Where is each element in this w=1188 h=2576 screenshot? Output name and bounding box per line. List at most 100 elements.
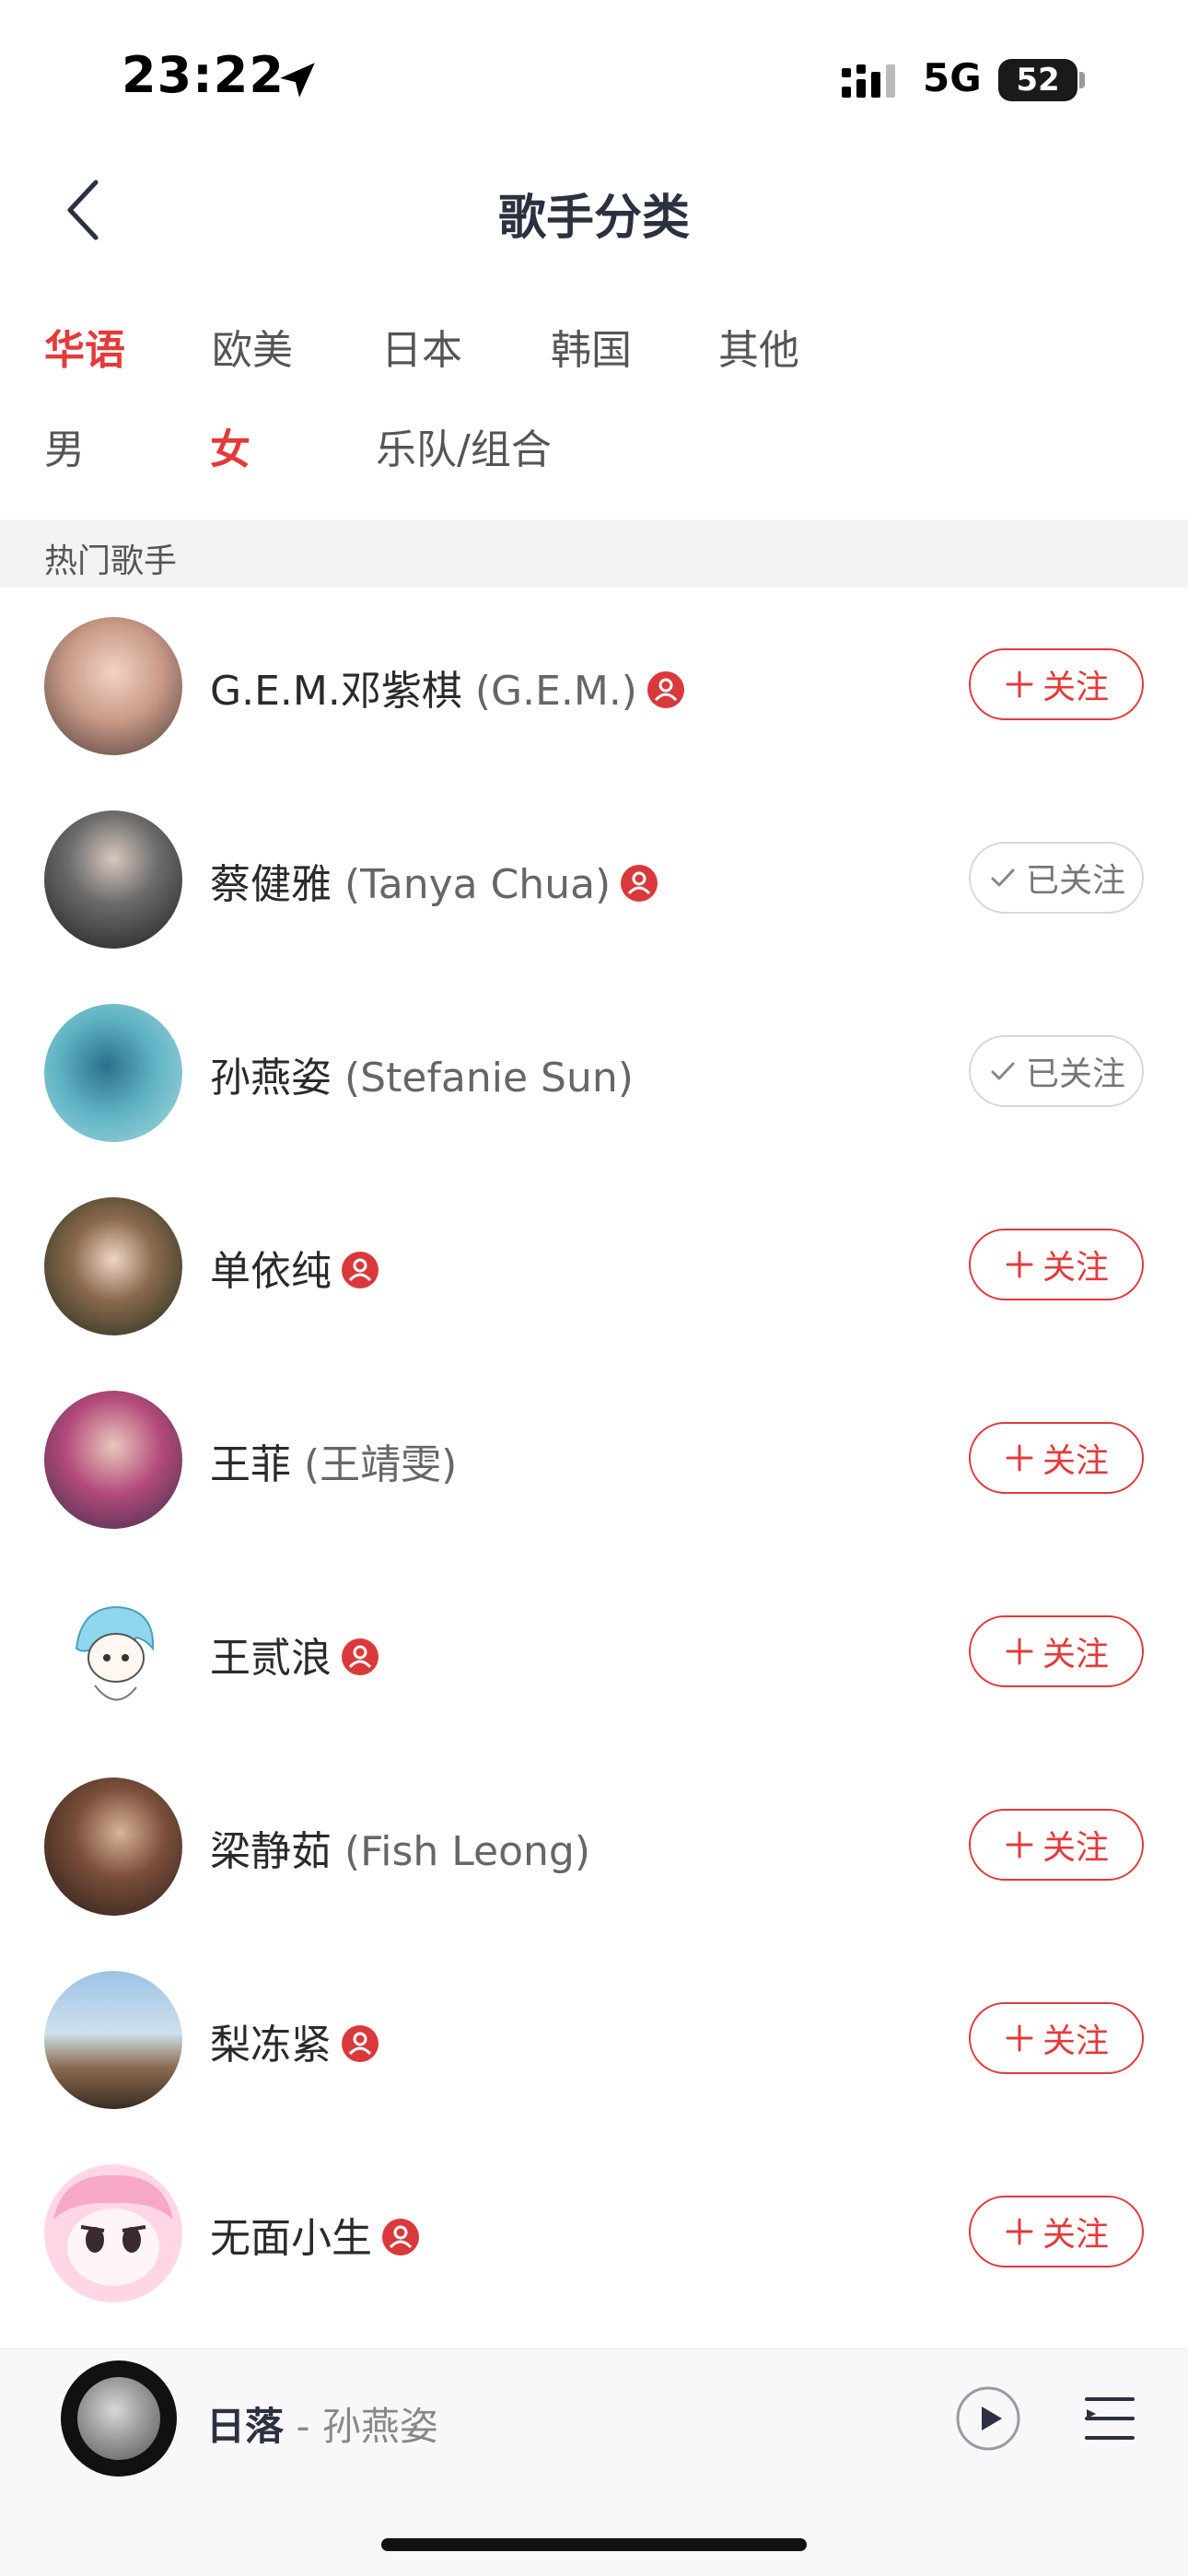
artist-row[interactable]: 单依纯 关注 (0, 1168, 1188, 1361)
filter-region-qita[interactable]: 其他 (718, 317, 799, 376)
filter-gender-band[interactable]: 乐队/组合 (376, 416, 552, 475)
plus-icon (1006, 1831, 1033, 1859)
artist-name-text: 梁静茹 (210, 1828, 332, 1875)
avatar[interactable] (44, 617, 182, 755)
artist-row[interactable]: 孙燕姿 (Stefanie Sun) 已关注 (0, 974, 1188, 1168)
plus-icon (1006, 670, 1033, 698)
page-title: 歌手分类 (497, 191, 690, 246)
album-cover (77, 2377, 160, 2460)
cartoon-avatar-illustration (53, 2174, 173, 2286)
now-playing-text[interactable]: 日落 - 孙燕姿 (206, 2395, 438, 2452)
verified-artist-icon (621, 865, 658, 902)
artist-name: 梨冻紧 (210, 2011, 379, 2070)
filter-region-riben[interactable]: 日本 (381, 317, 462, 376)
cartoon-avatar-illustration (75, 1605, 155, 1701)
artist-name-text: 无面小生 (210, 2215, 372, 2262)
section-header: 热门歌手 (0, 519, 1188, 588)
artist-row[interactable]: 梁静茹 (Fish Leong) 关注 (0, 1748, 1188, 1941)
filter-region-oumei[interactable]: 欧美 (212, 317, 293, 376)
avatar[interactable] (44, 1004, 182, 1142)
artist-name: 孙燕姿 (Stefanie Sun) (210, 1044, 634, 1103)
filter-region-hanguo[interactable]: 韩国 (551, 317, 632, 376)
status-time: 23:22 (122, 46, 285, 104)
follow-button[interactable]: 关注 (969, 1615, 1144, 1687)
followed-button[interactable]: 已关注 (969, 842, 1144, 914)
followed-button[interactable]: 已关注 (969, 1035, 1144, 1107)
location-arrow-icon (280, 63, 315, 98)
artist-alias: (Stefanie Sun) (332, 1055, 634, 1102)
artist-name: 王贰浪 (210, 1625, 379, 1684)
plus-icon (1006, 2218, 1033, 2245)
checkmark-icon (991, 1062, 1015, 1080)
follow-label: 关注 (1042, 2216, 1109, 2254)
artist-name-text: 蔡健雅 (210, 861, 332, 908)
album-disc[interactable] (61, 2360, 177, 2477)
checkmark-icon (991, 868, 1015, 887)
follow-button[interactable]: 关注 (969, 1229, 1144, 1300)
now-playing-separator: - (284, 2404, 322, 2449)
now-playing-song: 日落 (206, 2404, 285, 2449)
verified-artist-icon (342, 1638, 379, 1675)
follow-label: 关注 (1042, 1829, 1109, 1867)
battery-icon: 52 (998, 59, 1077, 101)
artist-row[interactable]: 无面小生 关注 (0, 2135, 1188, 2328)
artist-name-text: 王贰浪 (210, 1635, 332, 1682)
artist-name: 单依纯 (210, 1238, 379, 1297)
network-type: 5G (923, 55, 982, 100)
artist-name: 蔡健雅 (Tanya Chua) (210, 851, 658, 910)
filter-gender-female[interactable]: 女 (210, 416, 250, 475)
avatar[interactable] (44, 2164, 182, 2302)
battery-tip (1079, 72, 1085, 88)
avatar[interactable] (44, 1971, 182, 2109)
artist-row[interactable]: 梨冻紧 关注 (0, 1941, 1188, 2135)
verified-artist-icon (382, 2219, 419, 2255)
artist-name: G.E.M.邓紫棋 (G.E.M.) (210, 658, 685, 717)
section-title: 热门歌手 (44, 542, 178, 580)
plus-icon (1006, 2024, 1033, 2052)
verified-artist-icon (342, 2025, 379, 2062)
verified-artist-icon (646, 671, 684, 708)
avatar[interactable] (44, 1197, 182, 1335)
artist-row[interactable]: G.E.M.邓紫棋 (G.E.M.) 关注 (0, 588, 1188, 781)
artist-alias: (Fish Leong) (332, 1828, 590, 1875)
follow-button[interactable]: 关注 (969, 648, 1144, 720)
home-indicator[interactable] (381, 2538, 807, 2551)
plus-icon (1006, 1251, 1033, 1278)
artist-alias: (Tanya Chua) (332, 861, 611, 908)
artist-name-text: 梨冻紧 (210, 2022, 332, 2069)
artist-row[interactable]: 王菲 (王靖雯) 关注 (0, 1361, 1188, 1555)
followed-label: 已关注 (1025, 1055, 1125, 1093)
avatar[interactable] (44, 1391, 182, 1529)
avatar[interactable] (44, 1584, 182, 1722)
avatar[interactable] (44, 810, 182, 949)
status-bar: 23:22 5G 52 (0, 0, 1188, 157)
artist-name-text: 孙燕姿 (210, 1055, 332, 1102)
follow-button[interactable]: 关注 (969, 1422, 1144, 1494)
avatar[interactable] (44, 1778, 182, 1916)
follow-label: 关注 (1042, 1249, 1109, 1287)
follow-label: 关注 (1042, 669, 1109, 706)
artist-row[interactable]: 王贰浪 关注 (0, 1555, 1188, 1748)
artist-name-text: G.E.M.邓紫棋 (210, 668, 462, 715)
plus-icon (1006, 1638, 1033, 1665)
cellular-signal-icon (842, 64, 895, 98)
artist-name: 无面小生 (210, 2205, 420, 2264)
artist-row[interactable]: 蔡健雅 (Tanya Chua) 已关注 (0, 781, 1188, 974)
follow-button[interactable]: 关注 (969, 2196, 1144, 2267)
artist-alias: (王靖雯) (291, 1441, 458, 1488)
now-playing-artist: 孙燕姿 (321, 2404, 438, 2449)
filter-gender-male[interactable]: 男 (44, 416, 85, 475)
artist-name-text: 王菲 (210, 1441, 291, 1488)
follow-button[interactable]: 关注 (969, 2002, 1144, 2074)
artist-name: 梁静茹 (Fish Leong) (210, 1818, 590, 1877)
plus-icon (1006, 1444, 1033, 1472)
play-icon[interactable] (954, 2384, 1022, 2453)
follow-label: 关注 (1042, 1636, 1109, 1673)
filter-region-huayu[interactable]: 华语 (44, 317, 125, 376)
follow-button[interactable]: 关注 (969, 1809, 1144, 1881)
verified-artist-icon (342, 1252, 379, 1288)
playlist-icon[interactable] (1083, 2392, 1136, 2445)
artist-list: G.E.M.邓紫棋 (G.E.M.) 关注 蔡健雅 (Tanya Chua) 已… (0, 588, 1188, 2328)
follow-label: 关注 (1042, 1442, 1109, 1480)
artist-alias: (G.E.M.) (461, 668, 637, 715)
